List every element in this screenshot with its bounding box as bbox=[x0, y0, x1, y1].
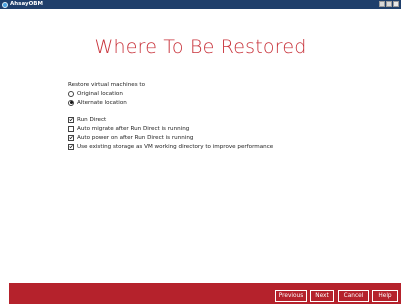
radio-original-location[interactable]: Original location bbox=[68, 89, 273, 98]
window-title: AhsayOBM bbox=[10, 1, 43, 7]
radio-button[interactable] bbox=[68, 99, 74, 106]
close-icon[interactable] bbox=[393, 1, 399, 7]
checkbox[interactable] bbox=[68, 143, 74, 150]
checkbox-label: Auto migrate after Run Direct is running bbox=[77, 125, 190, 132]
checkbox[interactable] bbox=[68, 116, 74, 123]
checkbox-run-direct[interactable]: Run Direct bbox=[68, 115, 273, 124]
app-logo-icon bbox=[2, 1, 8, 8]
help-button[interactable]: Help bbox=[372, 290, 398, 302]
checkbox-auto-power-on[interactable]: Auto power on after Run Direct is runnin… bbox=[68, 133, 273, 142]
checkbox[interactable] bbox=[68, 134, 74, 141]
radio-alternate-location[interactable]: Alternate location bbox=[68, 98, 273, 107]
maximize-icon[interactable] bbox=[386, 1, 392, 7]
checkmark-icon bbox=[69, 136, 73, 140]
checkbox-label: Use existing storage as VM working direc… bbox=[77, 143, 274, 150]
next-button[interactable]: Next bbox=[310, 290, 334, 302]
radio-selected-dot bbox=[69, 101, 73, 104]
checkbox-use-existing-storage[interactable]: Use existing storage as VM working direc… bbox=[68, 142, 273, 151]
checkmark-icon bbox=[69, 145, 73, 149]
minimize-icon[interactable] bbox=[379, 1, 385, 7]
radio-button[interactable] bbox=[68, 90, 74, 97]
window-controls bbox=[379, 1, 399, 7]
restore-section-label: Restore virtual machines to bbox=[68, 82, 146, 88]
cancel-button[interactable]: Cancel bbox=[338, 290, 369, 302]
checkmark-icon bbox=[69, 118, 73, 122]
radio-label: Original location bbox=[77, 90, 123, 97]
checkbox-label: Run Direct bbox=[77, 116, 107, 123]
checkbox[interactable] bbox=[68, 125, 74, 132]
page-title: Where To Be Restored bbox=[94, 36, 307, 58]
restore-form: Restore virtual machines to Original loc… bbox=[68, 81, 273, 151]
checkbox-auto-migrate[interactable]: Auto migrate after Run Direct is running bbox=[68, 124, 273, 133]
previous-button[interactable]: Previous bbox=[275, 290, 307, 302]
window-titlebar: AhsayOBM bbox=[0, 0, 401, 9]
radio-label: Alternate location bbox=[77, 99, 127, 106]
checkbox-label: Auto power on after Run Direct is runnin… bbox=[77, 134, 194, 141]
